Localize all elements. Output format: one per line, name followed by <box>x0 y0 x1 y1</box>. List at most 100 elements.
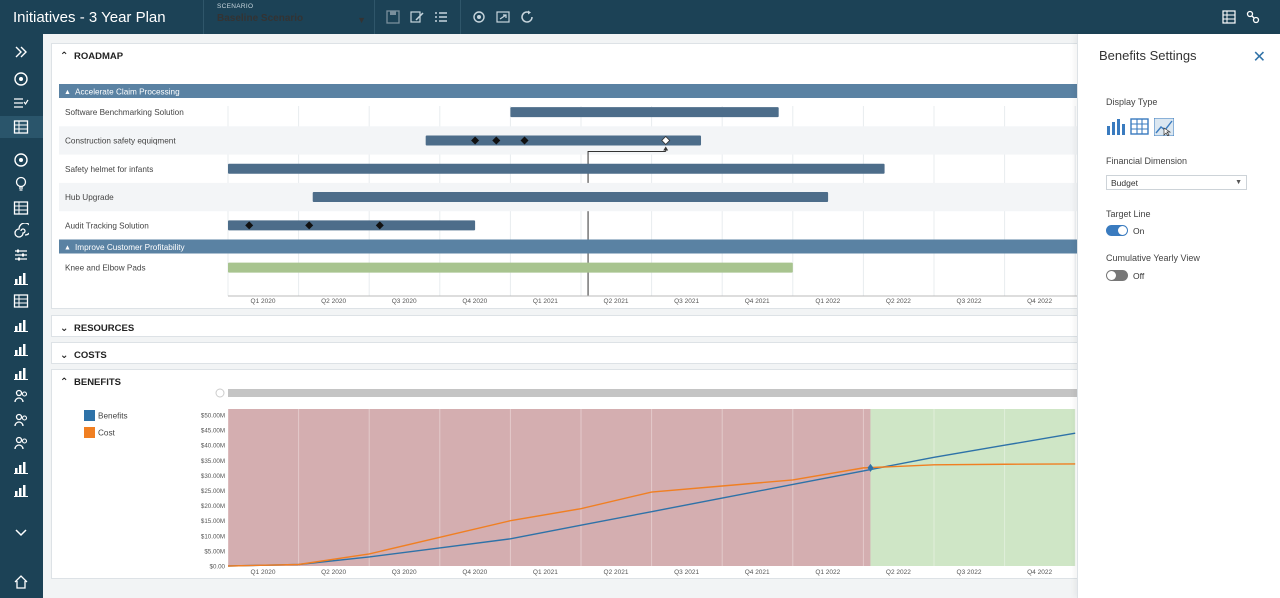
y-tick-label: $15.00M <box>201 518 225 525</box>
triangle-icon: ▲ <box>64 89 71 96</box>
roadmap-bar <box>510 107 779 118</box>
list-icon[interactable] <box>434 10 448 24</box>
cumulative-label: Cumulative Yearly View <box>1106 253 1200 263</box>
top-bar: Initiatives - 3 Year Plan <box>0 0 1280 34</box>
chart-icon[interactable] <box>13 317 29 333</box>
y-tick-label: $20.00M <box>201 503 225 510</box>
benefits-panel: ⌃ BENEFITS $0.00 $5.00M $10.00M $15.00M $20.… <box>51 369 1091 579</box>
close-icon[interactable]: ✕ <box>1253 47 1266 67</box>
costs-header[interactable]: ⌄ COSTS <box>52 343 107 367</box>
timeline-tick-label: Q4 2020 <box>462 298 487 305</box>
benefits-settings-panel: Benefits Settings ✕ Display Type Financi… <box>1077 34 1280 598</box>
home-icon[interactable] <box>13 574 29 590</box>
benefits-chart: $0.00 $5.00M $10.00M $15.00M $20.00M $25.00M $… <box>84 388 1082 576</box>
x-tick-label: Q3 2021 <box>674 569 699 576</box>
group-name: Accelerate Claim Processing <box>75 88 180 97</box>
chevron-down-icon[interactable] <box>13 525 29 541</box>
legend-label: Cost <box>98 429 116 438</box>
financial-dimension-select[interactable]: Budget ▼ <box>1106 175 1247 190</box>
chart-icon[interactable] <box>13 482 29 498</box>
idea-icon[interactable] <box>13 176 29 192</box>
timeline-tick-label: Q3 2020 <box>392 298 417 305</box>
target-line-toggle[interactable] <box>1106 225 1128 236</box>
table-icon[interactable] <box>13 200 29 216</box>
save-icon[interactable] <box>386 10 400 24</box>
range-slider-track <box>228 389 1082 397</box>
sidebar <box>0 34 43 598</box>
timeline-tick-label: Q4 2022 <box>1027 298 1052 305</box>
target-line-label: Target Line <box>1106 209 1151 219</box>
settings-icon[interactable] <box>472 10 486 24</box>
roadmap-row-label: Construction safety equiqment <box>65 136 176 145</box>
grid-people-icon[interactable] <box>13 412 29 428</box>
edit-icon[interactable] <box>410 10 424 24</box>
expand-icon[interactable] <box>13 44 29 60</box>
timeline-tick-label: Q2 2020 <box>321 298 346 305</box>
x-tick-label: Q3 2022 <box>957 569 982 576</box>
chart-icon[interactable] <box>13 365 29 381</box>
chevron-down-icon: ▼ <box>1235 179 1242 186</box>
financial-dimension-label: Financial Dimension <box>1106 156 1188 166</box>
resources-panel: ⌄ RESOURCES <box>51 315 1091 337</box>
roadmap-row-label: Audit Tracking Solution <box>65 221 149 230</box>
x-tick-label: Q4 2020 <box>462 569 487 576</box>
roadmap-panel: ⌃ ROADMAP ▲ Accelerate Claim Processing So… <box>51 43 1091 309</box>
export-icon[interactable] <box>496 10 510 24</box>
dashboard-icon[interactable] <box>13 71 29 87</box>
y-tick-label: $0.00 <box>210 564 226 571</box>
line-chart-icon[interactable] <box>1153 117 1175 137</box>
spiral-icon[interactable] <box>13 222 32 239</box>
scenario-value: Baseline Scenario <box>217 13 304 24</box>
resources-title: RESOURCES <box>74 322 135 334</box>
y-tick-label: $5.00M <box>204 548 225 555</box>
y-tick-label: $30.00M <box>201 473 225 480</box>
target-icon[interactable] <box>13 152 29 168</box>
roadmap-icon[interactable] <box>13 119 29 135</box>
roadmap-row-label: Software Benchmarking Solution <box>65 108 184 117</box>
layout-icon[interactable] <box>1222 10 1236 24</box>
legend-swatch <box>84 427 95 438</box>
table-icon[interactable] <box>1130 118 1150 136</box>
x-tick-label: Q4 2021 <box>745 569 770 576</box>
cumulative-toggle[interactable] <box>1106 270 1128 281</box>
chart-icon[interactable] <box>13 459 29 475</box>
chevron-down-icon: ⌄ <box>60 322 69 334</box>
sliders-icon[interactable] <box>13 247 29 263</box>
list-check-icon[interactable] <box>13 95 29 111</box>
y-tick-label: $25.00M <box>201 488 225 495</box>
timeline-tick-label: Q2 2022 <box>886 298 911 305</box>
chart-icon[interactable] <box>13 270 29 286</box>
link-icon[interactable] <box>1246 10 1260 24</box>
legend-label: Benefits <box>98 412 128 421</box>
cumulative-state: Off <box>1133 271 1145 281</box>
bar-chart-icon[interactable] <box>1106 118 1126 136</box>
chart-region <box>870 409 1076 566</box>
chart-icon[interactable] <box>13 341 29 357</box>
y-tick-label: $10.00M <box>201 533 225 540</box>
roadmap-chart: ▲ Accelerate Claim Processing Software Ben… <box>59 84 1082 305</box>
legend-swatch <box>84 410 95 421</box>
y-tick-label: $45.00M <box>201 428 225 435</box>
costs-panel: ⌄ COSTS <box>51 342 1091 364</box>
x-tick-label: Q2 2020 <box>321 569 346 576</box>
triangle-icon: ▲ <box>64 245 71 252</box>
x-tick-label: Q2 2021 <box>604 569 629 576</box>
timeline-tick-label: Q1 2022 <box>815 298 840 305</box>
grid-chart-icon[interactable] <box>13 293 29 309</box>
refresh-icon[interactable] <box>520 10 534 24</box>
x-tick-label: Q1 2020 <box>251 569 276 576</box>
timeline-tick-label: Q1 2020 <box>251 298 276 305</box>
roadmap-row-label: Knee and Elbow Pads <box>65 264 146 273</box>
y-tick-label: $40.00M <box>201 443 225 450</box>
group-header-bar <box>59 239 1082 254</box>
x-tick-label: Q2 2022 <box>886 569 911 576</box>
people-icon[interactable] <box>13 388 29 404</box>
financial-dimension-value: Budget <box>1111 178 1138 188</box>
y-tick-label: $50.00M <box>201 413 225 420</box>
scenario-dropdown[interactable]: SCENARIO Baseline Scenario ▼ <box>203 0 375 34</box>
resources-header[interactable]: ⌄ RESOURCES <box>52 316 134 340</box>
main-content: ⌃ ROADMAP ▲ Accelerate Claim Processing So… <box>43 34 1091 598</box>
people-icon[interactable] <box>13 435 29 451</box>
timeline-tick-label: Q3 2021 <box>674 298 699 305</box>
group-header-bar <box>59 84 1082 98</box>
